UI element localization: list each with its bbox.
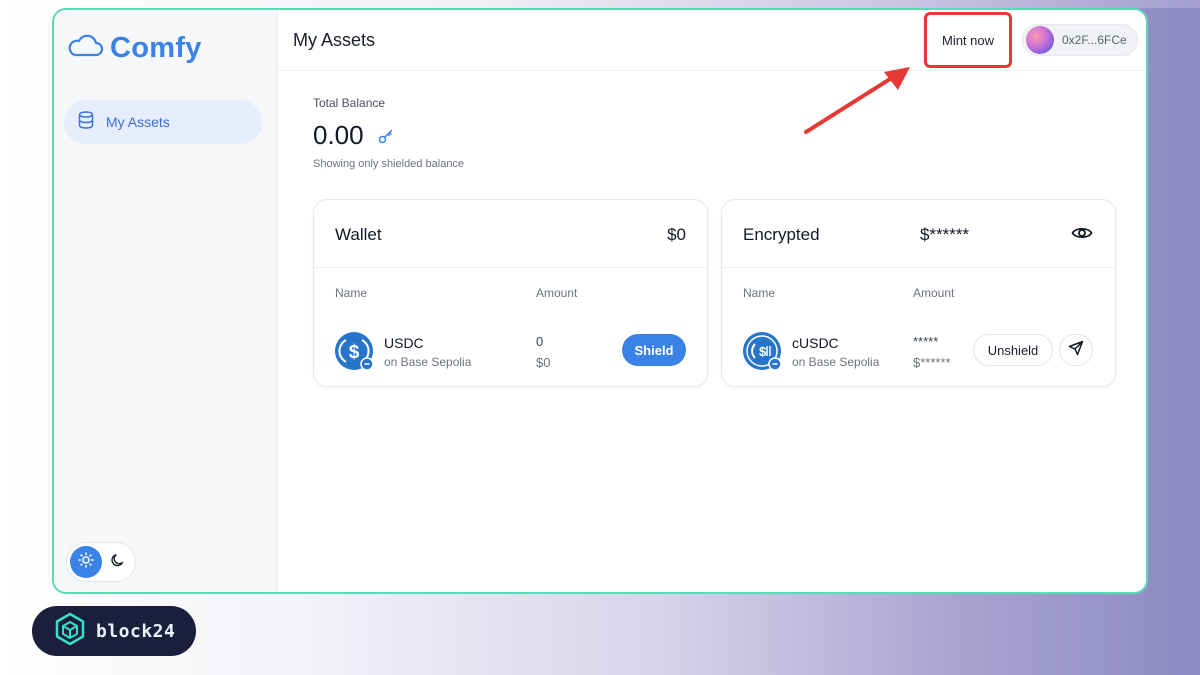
unshield-button[interactable]: Unshield — [973, 334, 1053, 366]
encrypted-card-total: $****** — [920, 225, 970, 244]
token-amount-usd: $0 — [536, 355, 551, 370]
brand-name: block24 — [96, 620, 176, 642]
token-name: cUSDC — [792, 335, 839, 351]
top-bar: My Assets Mint now 0x2F...6FCe — [278, 10, 1146, 71]
wallet-address-chip[interactable]: 0x2F...6FCe — [1022, 24, 1138, 56]
light-mode-button[interactable] — [70, 546, 102, 578]
sidebar-item-my-assets[interactable]: My Assets — [64, 100, 262, 144]
column-header-amount: Amount — [913, 286, 955, 300]
encrypted-card-title: Encrypted — [743, 225, 820, 244]
wallet-card-total: $0 — [667, 225, 686, 244]
wallet-card-title: Wallet — [335, 225, 382, 244]
token-network: on Base Sepolia — [792, 355, 880, 369]
sidebar-item-label: My Assets — [106, 114, 170, 130]
annotation-arrow-icon — [804, 67, 910, 134]
avatar — [1026, 26, 1054, 54]
brand-watermark: block24 — [32, 606, 196, 656]
app-logo[interactable]: Comfy — [66, 32, 202, 65]
sun-icon — [78, 551, 94, 573]
cube-icon — [52, 611, 88, 652]
cloud-icon — [66, 33, 104, 64]
column-header-name: Name — [335, 286, 368, 300]
theme-toggle — [66, 542, 136, 582]
usdc-coin-icon: $ — [334, 331, 374, 371]
column-header-name: Name — [743, 286, 776, 300]
total-balance-value: 0.00 — [313, 120, 364, 150]
eye-icon[interactable] — [1071, 224, 1093, 247]
total-balance-row: 0.00 — [313, 120, 394, 151]
encrypted-card: Encrypted $****** Name Amount $ cUSDC on… — [721, 199, 1116, 387]
token-amount-usd: $****** — [913, 355, 951, 370]
wallet-card: Wallet $0 Name Amount $ USDC on Base Sep… — [313, 199, 708, 387]
page-title: My Assets — [293, 30, 376, 50]
database-icon — [78, 110, 94, 134]
svg-text:$: $ — [759, 344, 767, 359]
app-window: Comfy My Assets My Assets Mint now 0x2F.… — [52, 8, 1148, 594]
encrypted-card-header: Encrypted $****** — [722, 200, 1115, 268]
wallet-card-header: Wallet $0 — [314, 200, 707, 268]
token-network: on Base Sepolia — [384, 355, 472, 369]
svg-text:$: $ — [349, 342, 360, 363]
total-balance-label: Total Balance — [313, 96, 386, 110]
send-button[interactable] — [1059, 334, 1093, 366]
main-content: My Assets Mint now 0x2F...6FCe Total Bal… — [278, 10, 1146, 592]
dark-mode-button[interactable] — [102, 546, 134, 578]
background-top — [0, 0, 1200, 8]
sidebar: Comfy My Assets — [54, 10, 278, 592]
app-name: Comfy — [110, 32, 202, 64]
token-amount: ***** — [913, 334, 939, 349]
key-icon[interactable] — [378, 128, 394, 144]
cusdc-coin-icon: $ — [742, 331, 782, 371]
balance-note: Showing only shielded balance — [313, 158, 465, 170]
mint-now-button[interactable]: Mint now — [924, 12, 1012, 68]
send-icon — [1068, 340, 1084, 361]
token-name: USDC — [384, 335, 424, 351]
shield-button[interactable]: Shield — [622, 334, 686, 366]
wallet-address: 0x2F...6FCe — [1062, 33, 1127, 47]
token-amount: 0 — [536, 334, 544, 349]
column-header-amount: Amount — [536, 286, 578, 300]
moon-icon — [111, 553, 125, 572]
